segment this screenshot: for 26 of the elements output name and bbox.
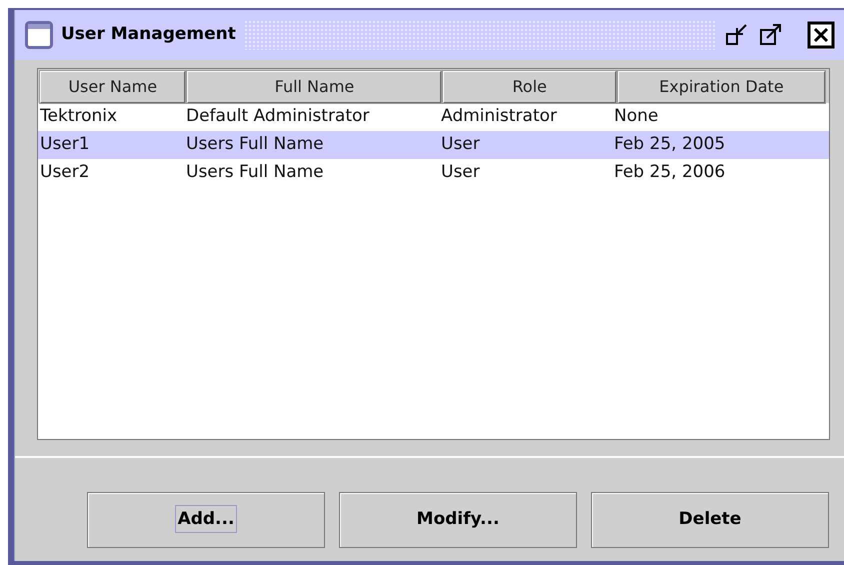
table-row[interactable]: User1 Users Full Name User Feb 25, 2005 (38, 131, 829, 159)
column-header[interactable]: Role (443, 71, 616, 103)
table-cell-text: Administrator (440, 105, 558, 128)
table-cell-text: Users Full Name (185, 161, 325, 184)
delete-button[interactable]: Delete (591, 492, 829, 548)
add-button[interactable]: Add... (87, 492, 325, 548)
table-cell-text: Feb 25, 2005 (613, 133, 726, 156)
table-cell-text: User1 (39, 133, 91, 156)
window-icon (25, 21, 53, 49)
table-cell-text: User2 (39, 161, 91, 184)
table-cell-text: Tektronix (39, 105, 118, 128)
table-cell-text: Default Administrator (185, 105, 370, 128)
table-row[interactable]: User2 Users Full Name User Feb 25, 2006 (38, 159, 829, 187)
close-icon[interactable] (806, 20, 836, 50)
table-cell-text: User (440, 161, 481, 184)
table-row[interactable]: Tektronix Default Administrator Administrator None (38, 103, 829, 131)
table-cell-text: Feb 25, 2006 (613, 161, 726, 184)
window-title: User Management (61, 23, 236, 46)
column-header[interactable]: Full Name (187, 71, 442, 103)
column-header[interactable]: Expiration Date (618, 71, 825, 103)
column-header[interactable]: User Name (40, 71, 186, 103)
table-cell-text: None (613, 105, 660, 128)
table-cell-text: User (440, 133, 481, 156)
modify-button[interactable]: Modify... (339, 492, 577, 548)
table-cell-text: Users Full Name (185, 133, 325, 156)
maximize-icon[interactable] (758, 22, 784, 48)
